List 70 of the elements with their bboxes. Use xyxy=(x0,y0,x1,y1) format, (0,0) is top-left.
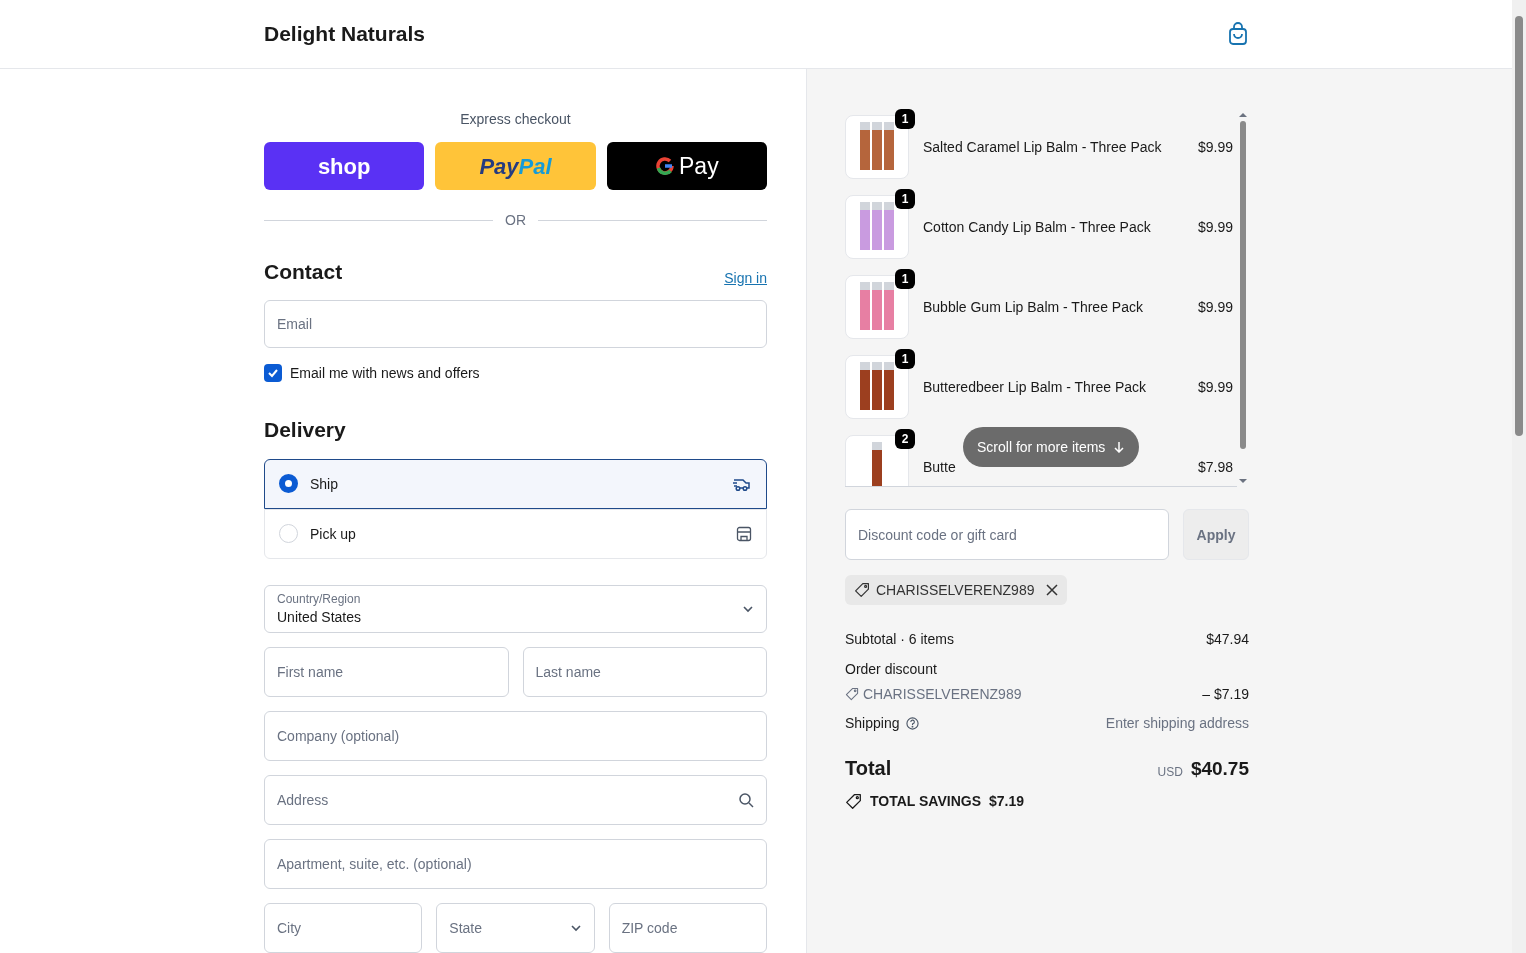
product-name: Cotton Candy Lip Balm - Three Pack xyxy=(923,218,1152,237)
total-savings-value: $7.19 xyxy=(989,792,1025,811)
tag-icon xyxy=(854,582,870,598)
product-name: Butte xyxy=(923,458,957,477)
order-discount-label: Order discount xyxy=(845,660,937,679)
input-field[interactable]: Last name xyxy=(522,647,767,697)
checkmark-icon xyxy=(267,367,279,379)
delivery-heading: Delivery xyxy=(264,417,347,443)
total-savings-label: TOTAL SAVINGS xyxy=(870,792,981,811)
subtotal-label: Subtotal · 6 items xyxy=(845,630,954,649)
quantity-badge: 1 xyxy=(895,189,915,209)
quantity-badge: 1 xyxy=(895,109,915,129)
close-icon[interactable] xyxy=(1046,584,1059,596)
or-divider-text: OR xyxy=(505,211,526,230)
tag-icon xyxy=(845,687,859,701)
input-field[interactable]: Company (optional) xyxy=(264,711,767,761)
google-pay-button[interactable]: Pay xyxy=(606,142,767,190)
subtotal-value: $47.94 xyxy=(1206,630,1249,649)
search-icon xyxy=(738,792,754,808)
quantity-badge: 2 xyxy=(895,429,915,449)
total-label: Total xyxy=(845,756,892,781)
shipping-label: Shipping xyxy=(845,714,900,733)
shipping-value: Enter shipping address xyxy=(1105,714,1249,733)
radio-button[interactable] xyxy=(279,474,298,493)
discount-code-text: CHARISSELVERENZ989 xyxy=(863,685,1022,704)
product-price: $9.99 xyxy=(1197,218,1234,237)
input-field[interactable]: ZIP code xyxy=(608,903,767,953)
input-field[interactable]: First name xyxy=(264,647,509,697)
product-price: $9.99 xyxy=(1197,138,1234,157)
newsletter-label: Email me with news and offers xyxy=(290,364,480,383)
input-field[interactable]: Apartment, suite, etc. (optional) xyxy=(264,839,767,889)
total-value: $40.75 xyxy=(1190,756,1249,781)
google-g-icon xyxy=(655,156,675,176)
address-field[interactable]: Address xyxy=(264,775,767,825)
product-price: $9.99 xyxy=(1197,298,1234,317)
shopping-bag-icon[interactable] xyxy=(1228,22,1248,46)
discount-code-field[interactable]: Discount code or gift card xyxy=(845,509,1169,560)
quantity-badge: 1 xyxy=(895,269,915,289)
chevron-down-icon xyxy=(569,922,582,934)
page-scrollbar[interactable] xyxy=(1512,0,1526,953)
product-name: Bubble Gum Lip Balm - Three Pack xyxy=(923,298,1144,317)
scroll-up-arrow-icon[interactable] xyxy=(1239,113,1247,117)
store-icon xyxy=(736,525,752,542)
discount-chip: CHARISSELVERENZ989 xyxy=(845,575,1068,605)
tags-icon xyxy=(845,792,862,810)
store-name: Delight Naturals xyxy=(264,21,426,48)
product-name: Salted Caramel Lip Balm - Three Pack xyxy=(923,138,1163,157)
sign-in-link[interactable]: Sign in xyxy=(724,267,767,288)
shop-pay-button[interactable]: shop xyxy=(264,142,425,190)
delivery-option[interactable]: Pick up xyxy=(264,508,767,559)
email-field[interactable]: Email xyxy=(264,299,767,348)
discount-value: – $7.19 xyxy=(1202,685,1249,704)
country-select[interactable]: Country/Region United States xyxy=(264,584,767,633)
help-icon[interactable] xyxy=(905,716,919,730)
apply-button[interactable]: Apply xyxy=(1183,509,1249,560)
quantity-badge: 1 xyxy=(895,349,915,369)
contact-heading: Contact xyxy=(264,259,343,285)
arrow-down-icon xyxy=(1113,441,1126,453)
scroll-hint-button[interactable]: Scroll for more items xyxy=(963,427,1140,467)
delivery-option[interactable]: Ship xyxy=(264,458,767,509)
currency-code: USD xyxy=(1157,764,1183,780)
newsletter-checkbox[interactable] xyxy=(264,364,282,382)
product-price: $7.98 xyxy=(1197,458,1234,477)
scroll-down-arrow-icon[interactable] xyxy=(1239,479,1247,483)
input-field[interactable]: City xyxy=(264,903,423,953)
paypal-button[interactable]: PayPal xyxy=(435,142,596,190)
state-select[interactable]: State xyxy=(436,903,595,953)
product-name: Butteredbeer Lip Balm - Three Pack xyxy=(923,378,1148,397)
express-checkout-title: Express checkout xyxy=(459,110,572,129)
product-price: $9.99 xyxy=(1197,378,1234,397)
